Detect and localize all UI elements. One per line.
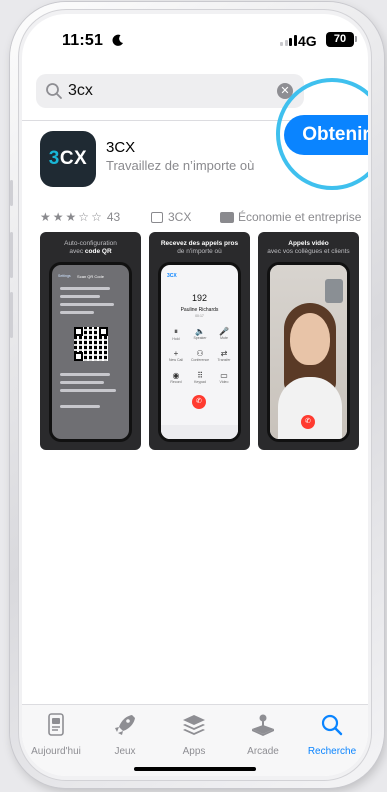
app-store-screen: 11:51 4G 70 3cx ✕ 3CX 3CX Travaillez de …	[22, 14, 368, 776]
tab-arcade[interactable]: Arcade	[229, 713, 297, 757]
volume-down-button	[10, 292, 13, 338]
side-button	[10, 180, 13, 206]
developer: 3CX	[151, 210, 191, 224]
search-input-value[interactable]: 3cx	[68, 82, 93, 100]
star-filled-icon: ★	[40, 210, 51, 224]
app-subtitle: Travaillez de n’importe où	[106, 158, 255, 173]
dialer-number: 192	[191, 293, 208, 303]
video-person-face	[290, 313, 330, 365]
screenshot-caption: Recevez des appels pros de n'importe où	[160, 240, 239, 255]
category: Économie et entreprise	[220, 210, 361, 224]
rating-count: 43	[106, 210, 121, 224]
contact-name: Pauline Richards	[180, 307, 219, 313]
screenshot-calls[interactable]: Recevez des appels pros de n'importe où …	[149, 232, 250, 450]
magnifier-icon	[46, 83, 62, 99]
screenshot-caption: Appels vidéo avec vos collègues et clien…	[267, 240, 350, 255]
star-empty-icon: ☆	[91, 210, 102, 224]
today-icon	[48, 713, 64, 736]
mini-phone: ✆	[267, 262, 350, 442]
screenshot-caption: Auto-configuration avec code QR	[64, 240, 117, 255]
tab-apps[interactable]: Apps	[160, 713, 228, 757]
tab-bar: Aujourd'hui Jeux Apps Arcade Recherche	[22, 704, 368, 776]
star-filled-icon: ★	[65, 210, 77, 224]
do-not-disturb-moon-icon	[112, 34, 123, 46]
joystick-icon	[252, 714, 274, 736]
pip-video-thumbnail	[325, 279, 343, 303]
star-filled-icon: ★	[52, 210, 64, 224]
home-indicator[interactable]	[134, 767, 256, 771]
tab-today[interactable]: Aujourd'hui	[22, 713, 90, 757]
tab-games[interactable]: Jeux	[91, 713, 159, 757]
developer-name: 3CX	[168, 210, 192, 224]
battery-tip	[355, 36, 357, 42]
star-empty-icon: ☆	[78, 210, 90, 224]
rating: ★ ★ ★ ☆ ☆ 43	[40, 210, 120, 224]
layers-icon	[183, 715, 205, 735]
search-icon	[321, 714, 343, 736]
network-type: 4G	[298, 33, 317, 49]
mini-phone: Scan QR Code Settings	[49, 262, 132, 442]
person-card-icon	[151, 211, 163, 223]
screenshot-qr-config[interactable]: Auto-configuration avec code QR Scan QR …	[40, 232, 141, 450]
call-timer: 00:17	[195, 314, 204, 318]
signal-strength-icon	[280, 35, 297, 46]
search-field[interactable]: 3cx ✕	[36, 74, 304, 108]
volume-up-button	[10, 232, 13, 278]
app-icon-3cx[interactable]: 3CX	[40, 131, 96, 187]
end-call-icon: ✆	[301, 415, 315, 429]
end-call-icon: ✆	[192, 395, 206, 409]
status-time: 11:51	[62, 32, 104, 49]
rocket-icon	[115, 715, 135, 735]
battery-indicator: 70	[326, 32, 354, 47]
app-name[interactable]: 3CX	[106, 139, 135, 156]
mini-logo: 3CX	[167, 273, 177, 279]
video-person-body	[278, 377, 342, 439]
tab-search[interactable]: Recherche	[298, 713, 366, 757]
category-name: Économie et entreprise	[238, 210, 362, 224]
mini-phone: 3CX 192 Pauline Richards 00:17 ⏸ Hold 🔈 Sp…	[158, 262, 241, 442]
get-app-button[interactable]: Obtenir	[284, 115, 368, 155]
briefcase-icon	[220, 211, 234, 223]
screenshot-video[interactable]: Appels vidéo avec vos collègues et clien…	[258, 232, 359, 450]
